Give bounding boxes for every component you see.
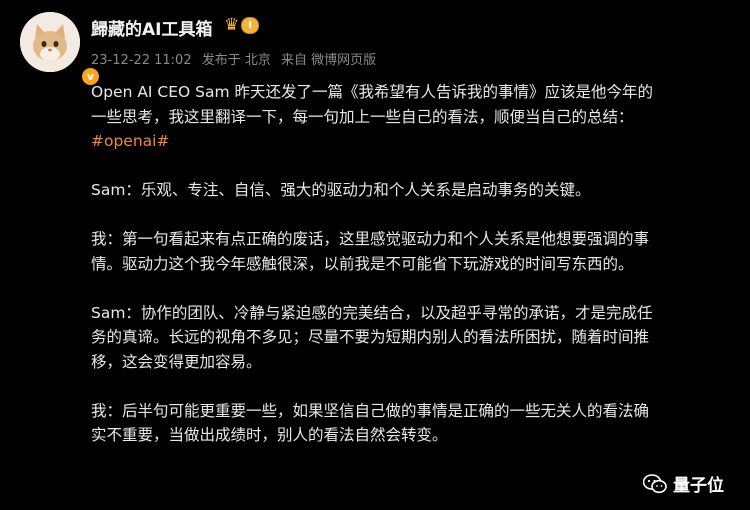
sam-quote-2-line-2: 务的真谛。长远的视角不多见；尽量不要为短期内别人的看法所困扰，随着时间推 xyxy=(91,328,650,346)
post-source: 来自 微博网页版 xyxy=(281,53,377,68)
sam-quote-2-line-3: 移，这会变得更加容易。 xyxy=(91,352,262,371)
crown-icon: ♛ xyxy=(224,15,240,35)
comment-1-line-1: 我：第一句看起来有点正确的废话，这里感觉驱动力和个人关系是他想要强调的事 xyxy=(91,230,650,248)
post-timestamp[interactable]: 23-12-22 11:02 xyxy=(91,53,192,68)
intro-line-2: 一些思考，我这里翻译一下，每一句加上一些自己的看法，顺便当自己的总结： xyxy=(91,107,634,126)
post-location: 发布于 北京 xyxy=(201,53,271,68)
sam-quote-1: Sam：乐观、专注、自信、强大的驱动力和个人关系是启动事务的关键。 xyxy=(91,181,591,199)
username[interactable]: 歸藏的AI工具箱 xyxy=(91,15,212,40)
hashtag-link[interactable]: #openai# xyxy=(91,132,169,150)
level-label: I xyxy=(241,16,259,34)
intro-line-1: Open AI CEO Sam 昨天还发了一篇《我希望有人告诉我的事情》应该是他… xyxy=(91,83,654,101)
cat-avatar-image xyxy=(20,12,80,72)
comment-2-line-1: 我：后半句可能更重要一些，如果坚信自己做的事情是正确的一些无关人的看法确 xyxy=(91,401,650,420)
comment-2-line-2: 实不重要，当做出成绩时，别人的看法自然会转变。 xyxy=(91,426,448,444)
post-meta: 23-12-22 11:02 发布于 北京 来自 微博网页版 xyxy=(91,49,382,68)
comment-1-line-2: 情。驱动力这个我今年感触很深，以前我是不可能省下玩游戏的时间写东西的。 xyxy=(91,254,634,273)
watermark-label: 量子位 xyxy=(673,476,724,496)
watermark: 量子位 xyxy=(643,471,724,496)
post-body: Open AI CEO Sam 昨天还发了一篇《我希望有人告诉我的事情》应该是他… xyxy=(91,80,731,448)
sam-quote-2-line-1: Sam：协作的团队、冷静与紧迫感的完美结合，以及超乎寻常的承诺，才是完成任 xyxy=(91,303,653,322)
wechat-icon xyxy=(643,473,667,493)
avatar[interactable]: v xyxy=(20,12,101,87)
user-level-badge[interactable]: ♛ I xyxy=(224,16,259,34)
